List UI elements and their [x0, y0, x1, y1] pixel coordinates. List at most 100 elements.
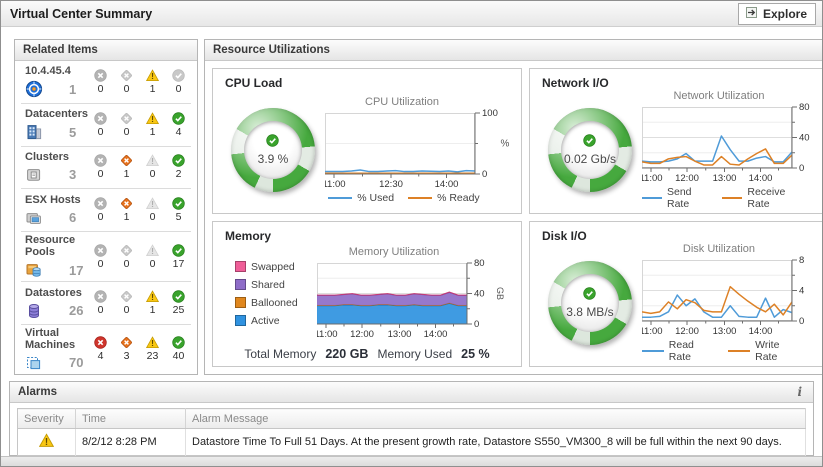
related-item-row-esx-hosts[interactable]: ESX Hosts 6 0 1 0 5: [21, 188, 191, 231]
status-fatal: 4: [88, 336, 113, 362]
status-normal: 5: [166, 197, 191, 223]
status-critical: 0: [114, 244, 139, 270]
status-fatal: 0: [88, 290, 113, 316]
related-item-row-datacenters[interactable]: Datacenters 5 0 0 1 4: [21, 103, 191, 146]
info-icon[interactable]: i: [794, 385, 805, 399]
explore-button[interactable]: Explore: [738, 3, 816, 25]
datastores-icon: [25, 302, 43, 320]
network-chart-legend: Send RateReceive Rate: [642, 186, 823, 210]
related-item-row-resource-pools[interactable]: Resource Pools 17 0 0 0 17: [21, 231, 191, 281]
cpu-load-quadrant: CPU Load 3.9 % CPU Utilization 0100%11:: [212, 68, 522, 214]
resource-utilizations-panel: Resource Utilizations CPU Load 3.9 %: [204, 39, 823, 375]
svg-text:100: 100: [482, 109, 498, 119]
related-items-header: Related Items: [15, 40, 197, 61]
cpu-utilization-chart[interactable]: 0100%11:0012:3014:00: [325, 109, 513, 191]
svg-text:13:00: 13:00: [713, 326, 737, 337]
alarm-severity-warning-icon: [18, 429, 76, 456]
status-critical: 0: [114, 112, 139, 138]
network-io-gauge[interactable]: 0.02 Gb/s: [538, 108, 642, 192]
status-warning: 23: [140, 336, 165, 362]
network-io-title: Network I/O: [538, 74, 823, 90]
status-fatal: 0: [88, 197, 113, 223]
related-item-row-datastores[interactable]: Datastores 26 0 0 1 25: [21, 281, 191, 324]
status-normal: 0: [166, 69, 191, 95]
related-item-row-vcenter[interactable]: 10.4.45.4 1 0 0 1 0: [21, 61, 191, 103]
alarms-table: Severity Time Alarm Message 8/2/12 8:28 …: [17, 408, 806, 456]
alarm-row[interactable]: 8/2/12 8:28 PM Datastore Time To Full 51…: [18, 429, 806, 456]
cpu-load-title: CPU Load: [221, 74, 513, 90]
memory-used-value: 25 %: [461, 347, 490, 361]
svg-text:4: 4: [799, 286, 804, 297]
svg-text:0: 0: [799, 316, 804, 327]
titlebar: Virtual Center Summary Explore: [1, 1, 822, 27]
related-items-panel: Related Items 10.4.45.4 1 0 0: [14, 39, 198, 375]
disk-io-title: Disk I/O: [538, 227, 823, 243]
svg-text:12:00: 12:00: [675, 173, 699, 184]
page-title: Virtual Center Summary: [10, 7, 152, 21]
status-critical: 0: [114, 290, 139, 316]
svg-text:14:00: 14:00: [435, 179, 459, 190]
virtual-machines-icon: [25, 354, 43, 372]
virtual-center-summary-window: Virtual Center Summary Explore Related I…: [0, 0, 823, 467]
svg-text:11:00: 11:00: [642, 326, 663, 337]
total-memory-label: Total Memory: [244, 347, 316, 361]
status-summary: 0 0 1 4: [88, 112, 191, 138]
vcenter-icon: [25, 80, 43, 98]
status-summary: 0 0 0 17: [88, 244, 191, 270]
related-item-count: 5: [69, 125, 76, 140]
status-ok-icon: [583, 134, 596, 152]
related-item-row-clusters[interactable]: Clusters 3 0 1 0 2: [21, 146, 191, 189]
memory-utilization-chart[interactable]: 04080GB11:0012:0013:0014:00: [317, 259, 505, 341]
svg-text:14:00: 14:00: [749, 326, 773, 337]
svg-text:%: %: [501, 139, 510, 150]
status-warning: 1: [140, 112, 165, 138]
related-item-count: 17: [69, 263, 83, 278]
related-item-count: 6: [69, 210, 76, 225]
cpu-chart-legend: % Used% Ready: [328, 192, 509, 204]
status-summary: 4 3 23 40: [88, 336, 191, 362]
disk-io-gauge[interactable]: 3.8 MB/s: [538, 261, 642, 345]
alarm-message: Datastore Time To Full 51 Days. At the p…: [186, 429, 806, 456]
cpu-load-gauge[interactable]: 3.9 %: [221, 108, 325, 192]
status-summary: 0 1 0 5: [88, 197, 191, 223]
related-item-row-virtual-machines[interactable]: Virtual Machines 70 4 3 23 40: [21, 324, 191, 374]
network-io-quadrant: Network I/O 0.02 Gb/s Network Utilizatio…: [529, 68, 823, 214]
memory-footer: Total Memory 220 GB Memory Used 25 %: [221, 344, 513, 363]
network-utilization-chart[interactable]: 04080Mb/s11:0012:0013:0014:00: [642, 103, 823, 185]
status-normal: 4: [166, 112, 191, 138]
status-summary: 0 0 1 25: [88, 290, 191, 316]
status-summary: 0 1 0 2: [88, 154, 191, 180]
status-fatal: 0: [88, 154, 113, 180]
svg-text:13:00: 13:00: [713, 173, 737, 184]
disk-io-quadrant: Disk I/O 3.8 MB/s Disk Utilization 048M: [529, 221, 823, 367]
total-memory-value: 220 GB: [325, 347, 368, 361]
column-header-message[interactable]: Alarm Message: [186, 409, 806, 429]
related-item-name: Resource Pools: [25, 234, 88, 258]
network-io-value: 0.02 Gb/s: [564, 152, 616, 166]
svg-text:11:00: 11:00: [317, 329, 338, 340]
svg-text:11:00: 11:00: [642, 173, 663, 184]
svg-text:8: 8: [799, 256, 804, 266]
svg-text:0: 0: [799, 163, 804, 174]
status-warning: 0: [140, 197, 165, 223]
status-critical: 3: [114, 336, 139, 362]
esx-hosts-icon: [25, 209, 43, 227]
disk-io-value: 3.8 MB/s: [566, 305, 613, 319]
resource-pools-icon: [25, 261, 43, 279]
disk-utilization-chart[interactable]: 048MB/s11:0012:0013:0014:00: [642, 256, 823, 338]
svg-text:14:00: 14:00: [424, 329, 448, 340]
column-header-time[interactable]: Time: [76, 409, 186, 429]
memory-chart-title: Memory Utilization: [349, 246, 473, 258]
resource-utilizations-header: Resource Utilizations: [205, 40, 823, 61]
svg-text:12:00: 12:00: [350, 329, 374, 340]
svg-text:40: 40: [474, 289, 485, 300]
memory-used-label: Memory Used: [377, 347, 452, 361]
column-header-severity[interactable]: Severity: [18, 409, 76, 429]
svg-text:0: 0: [474, 319, 479, 330]
related-item-count: 1: [69, 82, 76, 97]
cpu-load-value: 3.9 %: [258, 152, 289, 166]
status-fatal: 0: [88, 244, 113, 270]
status-normal: 25: [166, 290, 191, 316]
disk-chart-title: Disk Utilization: [683, 243, 789, 255]
related-items-list: 10.4.45.4 1 0 0 1 0: [15, 61, 197, 374]
